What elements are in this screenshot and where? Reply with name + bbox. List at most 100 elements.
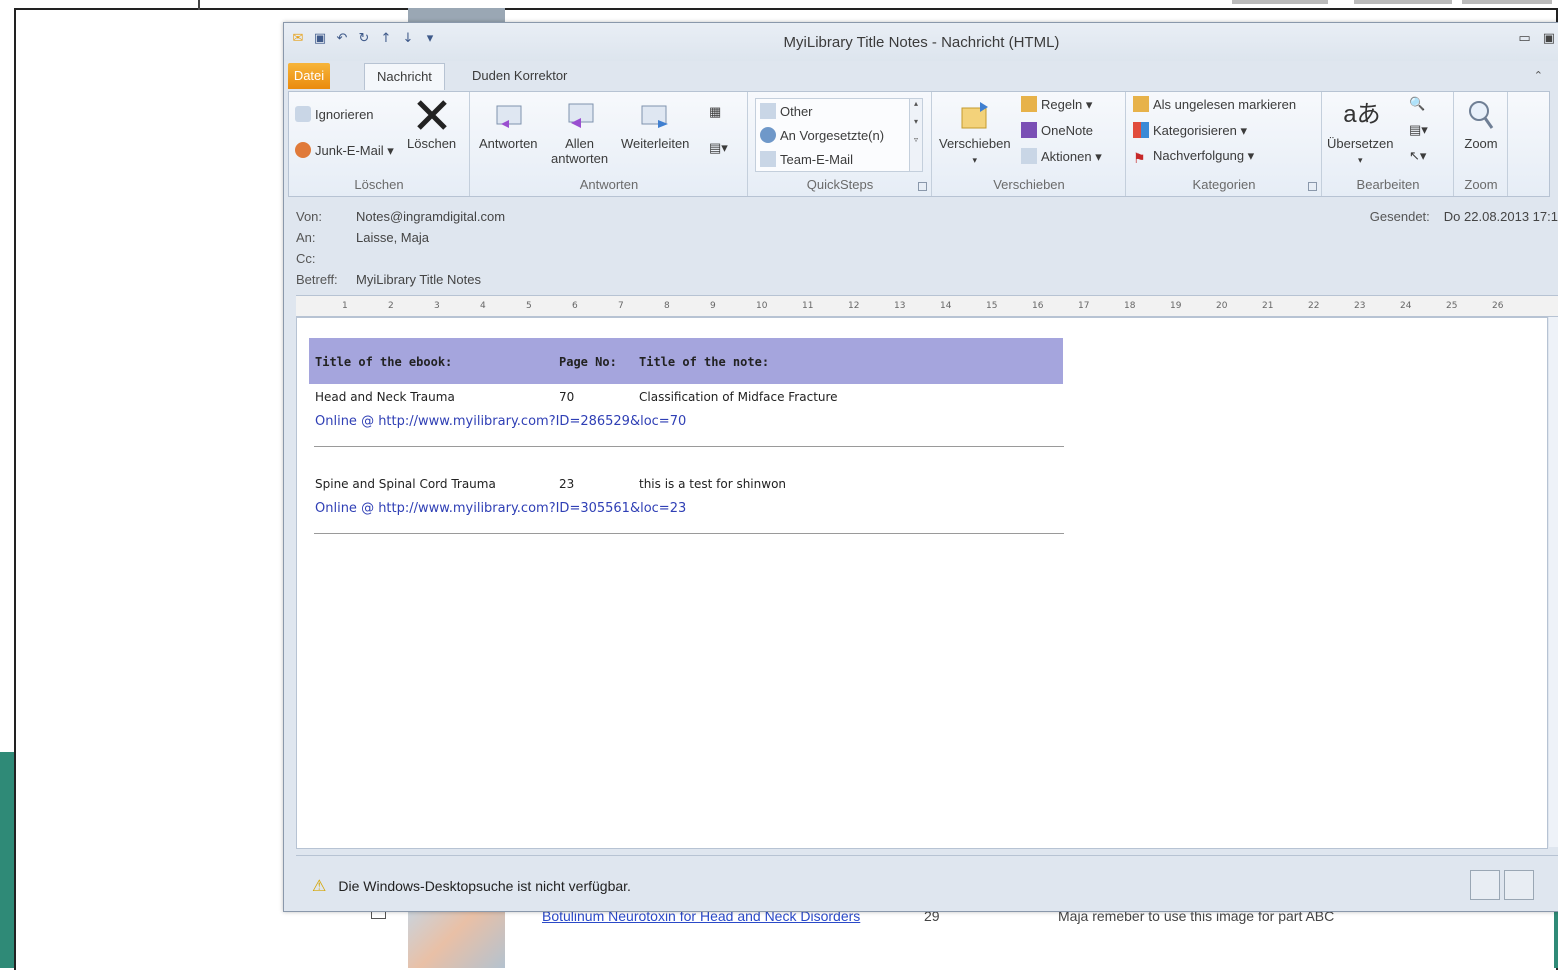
ruler-tick: 20 [1216,301,1228,311]
background-thumbnail-top [408,8,505,22]
more-respond-icon[interactable]: ▤▾ [709,140,728,156]
quickstep-label: Other [780,104,813,119]
background-book-thumbnail [408,908,505,968]
minimize-icon[interactable]: ▭ [1518,31,1530,46]
collapse-ribbon-icon[interactable]: ⌃ [1534,69,1543,82]
ruler[interactable]: 1 2 3 4 5 6 7 8 9 10 11 12 13 14 15 16 17 18 19 20 21 22 23 24 2… [296,295,1558,317]
quickstep-manager[interactable]: An Vorgesetzte(n) [760,127,884,143]
status-bar: ⚠ Die Windows-Desktopsuche ist nicht verf… [296,855,1558,911]
notes-table: Title of the ebook: Page No: Title of th… [309,338,1064,558]
reply-all-button[interactable]: Allen antworten [551,98,608,166]
mark-unread-label: Als ungelesen markieren [1153,97,1297,112]
categorize-label: Kategorisieren [1153,123,1237,138]
ruler-tick: 13 [894,301,906,311]
ruler-tick: 12 [848,301,860,311]
move-label: Verschieben [939,136,1011,151]
from-row: Von: Notes@ingramdigital.com [296,209,505,224]
row-note: this is a test for shinwon [639,477,787,491]
to-value[interactable]: Laisse, Maja [356,230,429,245]
message-header: Von: Notes@ingramdigital.com An: Laisse, M… [288,197,1558,293]
notes-table-header: Title of the ebook: Page No: Title of th… [309,338,1063,384]
to-row: An: Laisse, Maja [296,230,429,245]
followup-button[interactable]: ⚑ Nachverfolgung ▾ [1133,148,1254,166]
translate-button[interactable]: aあ Übersetzen ▾ [1327,98,1393,166]
row-online-link[interactable]: Online @ http://www.myilibrary.com?ID=30… [315,501,686,516]
cc-row: Cc: [296,251,356,266]
sent-row: Gesendet: Do 22.08.2013 17:1 [1370,209,1558,224]
select-icon[interactable]: ↖▾ [1409,148,1426,164]
person-icon[interactable] [1470,870,1500,900]
ignore-button[interactable]: Ignorieren [295,106,374,122]
group-respond: Antworten Allen antworten Weiterleiten ▦… [471,92,748,196]
quickstep-team-email[interactable]: Team-E-Mail [760,151,853,167]
zoom-button[interactable]: Zoom [1457,98,1505,151]
zoom-icon [1469,101,1494,129]
warning-icon: ⚠ [312,878,327,895]
ruler-tick: 22 [1308,301,1320,311]
tags-launcher-icon[interactable] [1308,182,1317,191]
ruler-tick: 15 [986,301,998,311]
search-warning: ⚠ Die Windows-Desktopsuche ist nicht verf… [312,876,631,896]
forward-button[interactable]: Weiterleiten [621,98,689,151]
meeting-icon[interactable]: ▦ [709,104,721,120]
maximize-icon[interactable]: ▣ [1543,31,1555,46]
ruler-tick: 10 [756,301,768,311]
move-button[interactable]: Verschieben ▾ [939,98,1011,166]
group-quicksteps: Other An Vorgesetzte(n) Team-E-Mail ▴ ▾ ▿ … [749,92,932,196]
quicksteps-launcher-icon[interactable] [918,182,927,191]
categorize-button[interactable]: Kategorisieren ▾ [1133,122,1247,139]
ruler-tick: 4 [480,301,486,311]
rules-label: Regeln [1041,97,1083,112]
title-bar: ✉ ▣ ↶ ↻ ↑ ↓ ▾ MyiLibrary Title Notes - N… [284,23,1558,61]
tab-file[interactable]: Datei [288,63,330,89]
group-tags: Als ungelesen markieren Kategorisieren ▾… [1127,92,1322,196]
ribbon: Ignorieren Junk-E-Mail ▾ Löschen Löschen… [288,91,1550,197]
row-online-link[interactable]: Online @ http://www.myilibrary.com?ID=28… [315,414,686,429]
col-page-header: Page No: [559,355,617,369]
reply-button[interactable]: Antworten [479,98,538,151]
background-tab[interactable] [1354,0,1452,4]
actions-button[interactable]: Aktionen ▾ [1021,148,1102,165]
table-row: Spine and Spinal Cord Trauma 23 this is … [309,471,1063,496]
message-body: Title of the ebook: Page No: Title of th… [296,317,1548,849]
ignore-icon [295,106,311,122]
delete-button[interactable]: Löschen [407,98,456,151]
followup-label: Nachverfolgung [1153,148,1245,163]
reply-all-icon [568,103,594,128]
quicksteps-gallery: Other An Vorgesetzte(n) Team-E-Mail ▴ ▾ ▿ [755,98,923,172]
delete-label: Löschen [407,136,457,151]
from-value[interactable]: Notes@ingramdigital.com [356,209,505,224]
people-pane [1470,870,1534,900]
onenote-button[interactable]: OneNote [1021,122,1093,138]
row-title: Spine and Spinal Cord Trauma [315,477,496,491]
row-link-line: Online @ http://www.myilibrary.com?ID=30… [309,496,1063,521]
quickstep-other[interactable]: Other [760,103,813,119]
ruler-tick: 8 [664,301,670,311]
ruler-tick: 18 [1124,301,1136,311]
row-link-line: Online @ http://www.myilibrary.com?ID=28… [309,409,1063,434]
tab-message[interactable]: Nachricht [364,63,445,90]
junk-icon [295,142,311,158]
background-tab[interactable] [1232,0,1328,4]
group-delete: Ignorieren Junk-E-Mail ▾ Löschen Löschen [289,92,470,196]
rules-button[interactable]: Regeln ▾ [1021,96,1092,113]
person-icon[interactable] [1504,870,1534,900]
zoom-label: Zoom [1464,136,1498,151]
rules-icon [1021,96,1037,112]
background-divider [198,0,200,10]
mark-unread-button[interactable]: Als ungelesen markieren [1133,96,1296,112]
group-editing-label: Bearbeiten [1356,177,1420,192]
find-icon[interactable]: 🔍 [1409,96,1425,112]
group-quicksteps-label: QuickSteps [806,177,874,192]
related-icon[interactable]: ▤▾ [1409,122,1428,138]
subject-label: Betreff: [296,272,338,287]
tab-duden[interactable]: Duden Korrektor [460,63,579,89]
quicksteps-scroll[interactable]: ▴ ▾ ▿ [909,99,922,171]
ruler-tick: 21 [1262,301,1274,311]
vertical-scrollbar[interactable] [1549,317,1558,847]
ruler-tick: 6 [572,301,578,311]
ignore-label: Ignorieren [315,107,374,122]
background-tab[interactable] [1462,0,1552,4]
group-editing: aあ Übersetzen ▾ 🔍 ▤▾ ↖▾ Bearbeiten [1323,92,1454,196]
junk-button[interactable]: Junk-E-Mail ▾ [295,142,394,159]
